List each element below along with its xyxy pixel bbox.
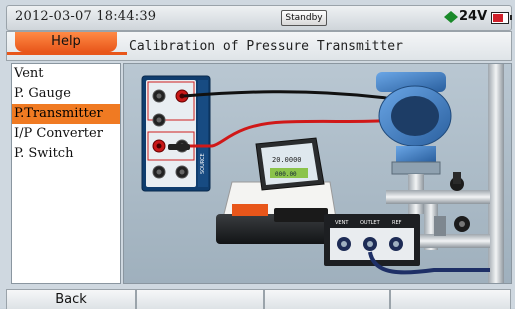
calibration-diagram: SOURCE 20.0000 000.00 VENT OUTLET REF	[124, 64, 511, 283]
softkey-3-button[interactable]	[264, 289, 390, 309]
datetime-display: 2012-03-07 18:44:39	[15, 9, 157, 24]
voltage-indicator: 24V	[459, 9, 488, 24]
calibrator-screen: 2012-03-07 18:44:39 Standby 24V Help Cal…	[0, 0, 515, 309]
calibrator-secondary-readout: 000.00	[275, 171, 297, 178]
softkey-4-button[interactable]	[390, 289, 511, 309]
source-module-label: SOURCE	[200, 153, 206, 174]
menu-item-pressure-switch[interactable]: P. Switch	[12, 144, 120, 164]
back-button[interactable]: Back	[6, 289, 136, 309]
illustration-panel: SOURCE 20.0000 000.00 VENT OUTLET REF	[123, 63, 512, 284]
page-title: Calibration of Pressure Transmitter	[129, 39, 403, 54]
title-bar: Help Calibration of Pressure Transmitter	[6, 31, 512, 61]
tab-help[interactable]: Help	[15, 32, 117, 52]
status-badge: Standby	[281, 10, 327, 26]
battery-icon	[491, 12, 512, 24]
calibrator-readout: 20.0000	[272, 156, 302, 164]
status-bar: 2012-03-07 18:44:39 Standby 24V	[6, 5, 512, 31]
menu-item-vent[interactable]: Vent	[12, 64, 120, 84]
menu-item-pressure-gauge[interactable]: P. Gauge	[12, 84, 120, 104]
source-terminal-module: SOURCE	[141, 75, 211, 192]
port-label-ref: REF	[392, 220, 402, 226]
port-label-vent: VENT	[335, 220, 349, 226]
tab-underline	[7, 52, 127, 55]
menu-item-ip-converter[interactable]: I/P Converter	[12, 124, 120, 144]
softkey-2-button[interactable]	[136, 289, 264, 309]
help-menu-list: Vent P. Gauge P.Transmitter I/P Converte…	[11, 63, 121, 284]
port-label-outlet: OUTLET	[360, 220, 381, 226]
signal-icon	[444, 11, 458, 23]
menu-item-pressure-transmitter[interactable]: P.Transmitter	[12, 104, 120, 124]
